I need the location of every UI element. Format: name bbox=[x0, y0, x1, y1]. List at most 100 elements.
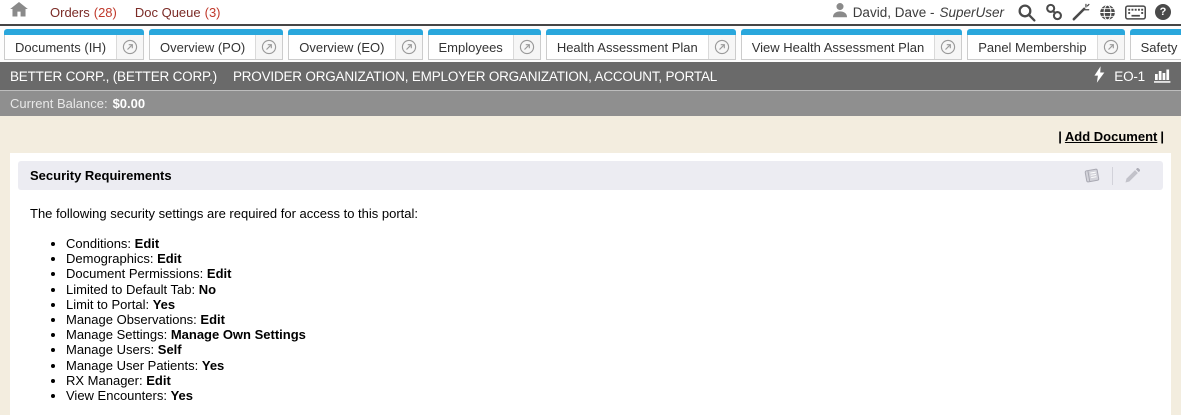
top-nav-link[interactable]: Doc Queue (3) bbox=[135, 5, 221, 20]
setting-value: Self bbox=[158, 342, 182, 357]
security-setting-item: Conditions: Edit bbox=[66, 236, 1151, 251]
home-icon bbox=[10, 2, 28, 22]
setting-label: Conditions: bbox=[66, 236, 131, 251]
tab-body[interactable]: Overview (EO) bbox=[288, 35, 422, 60]
security-settings-list: Conditions: Edit Demographics: Edit Docu… bbox=[30, 236, 1151, 403]
magic-wand-icon[interactable] bbox=[1072, 3, 1090, 21]
user-name: David, Dave - bbox=[853, 5, 935, 20]
security-setting-item: View Encounters: Yes bbox=[66, 388, 1151, 403]
top-nav-link[interactable]: Orders (28) bbox=[50, 5, 117, 20]
setting-label: Manage Observations: bbox=[66, 312, 197, 327]
tab[interactable]: Employees bbox=[428, 29, 541, 60]
panel-title: Security Requirements bbox=[30, 168, 172, 183]
setting-value: Yes bbox=[171, 388, 193, 403]
balance-bar: Current Balance: $0.00 bbox=[0, 90, 1181, 116]
separator: | bbox=[1058, 129, 1062, 144]
user-chip[interactable]: David, Dave - SuperUser bbox=[832, 2, 1004, 23]
tab-body[interactable]: Panel Membership bbox=[967, 35, 1124, 60]
tab[interactable]: Safety Overview bbox=[1130, 29, 1181, 60]
tab-body[interactable]: Overview (PO) bbox=[149, 35, 283, 60]
lightning-icon[interactable] bbox=[1094, 66, 1105, 86]
tab-body[interactable]: View Health Assessment Plan bbox=[741, 35, 962, 60]
setting-label: Limited to Default Tab: bbox=[66, 282, 195, 297]
balance-value: $0.00 bbox=[113, 96, 146, 111]
setting-value: Yes bbox=[202, 358, 224, 373]
setting-value: Manage Own Settings bbox=[171, 327, 306, 342]
top-nav-label: Doc Queue bbox=[135, 5, 201, 20]
security-setting-item: Manage Users: Self bbox=[66, 342, 1151, 357]
add-document-link[interactable]: Add Document bbox=[1065, 129, 1157, 144]
setting-label: Demographics: bbox=[66, 251, 153, 266]
tab-label: Overview (PO) bbox=[150, 40, 255, 55]
security-setting-item: RX Manager: Edit bbox=[66, 373, 1151, 388]
tab[interactable]: Panel Membership bbox=[967, 29, 1124, 60]
panel-header: Security Requirements bbox=[18, 161, 1163, 190]
security-setting-item: Manage Settings: Manage Own Settings bbox=[66, 327, 1151, 342]
security-setting-item: Manage Observations: Edit bbox=[66, 312, 1151, 327]
tab[interactable]: Overview (PO) bbox=[149, 29, 283, 60]
org-bar-right: EO-1 bbox=[1094, 66, 1171, 86]
tab-label: Employees bbox=[429, 40, 513, 55]
tab[interactable]: Overview (EO) bbox=[288, 29, 422, 60]
setting-value: Edit bbox=[157, 251, 182, 266]
book-icon[interactable] bbox=[1072, 167, 1112, 185]
popout-arrow-icon[interactable] bbox=[934, 35, 961, 59]
user-icon bbox=[832, 2, 848, 23]
popout-arrow-icon[interactable] bbox=[1097, 35, 1124, 59]
tab-label: Safety Overview bbox=[1131, 40, 1181, 55]
tab[interactable]: Documents (IH) bbox=[4, 29, 144, 60]
tab-label: Documents (IH) bbox=[5, 40, 116, 55]
search-icon[interactable] bbox=[1017, 3, 1036, 22]
setting-label: Manage Settings: bbox=[66, 327, 167, 342]
help-icon[interactable]: ? bbox=[1155, 4, 1171, 20]
bar-chart-icon[interactable] bbox=[1154, 67, 1171, 86]
setting-label: Document Permissions: bbox=[66, 266, 203, 281]
top-bar: Orders (28) Doc Queue (3) David, Dave - … bbox=[0, 0, 1181, 26]
security-setting-item: Manage User Patients: Yes bbox=[66, 358, 1151, 373]
tab-body[interactable]: Safety Overview bbox=[1130, 35, 1181, 60]
setting-label: Manage Users: bbox=[66, 342, 154, 357]
setting-value: Edit bbox=[200, 312, 225, 327]
org-context-bar: BETTER CORP., (BETTER CORP.) PROVIDER OR… bbox=[0, 62, 1181, 90]
popout-arrow-icon[interactable] bbox=[255, 35, 282, 59]
security-setting-item: Limited to Default Tab: No bbox=[66, 282, 1151, 297]
tab-label: Panel Membership bbox=[968, 40, 1096, 55]
chain-links-icon[interactable] bbox=[1045, 3, 1063, 21]
setting-label: Limit to Portal: bbox=[66, 297, 149, 312]
org-badge: EO-1 bbox=[1114, 69, 1145, 84]
tab-label: Overview (EO) bbox=[289, 40, 394, 55]
security-setting-item: Demographics: Edit bbox=[66, 251, 1151, 266]
balance-label: Current Balance: bbox=[10, 96, 108, 111]
tab-label: View Health Assessment Plan bbox=[742, 40, 934, 55]
tab-label: Health Assessment Plan bbox=[547, 40, 708, 55]
top-nav-label: Orders bbox=[50, 5, 90, 20]
popout-arrow-icon[interactable] bbox=[708, 35, 735, 59]
org-types: PROVIDER ORGANIZATION, EMPLOYER ORGANIZA… bbox=[233, 69, 717, 84]
tab-body[interactable]: Health Assessment Plan bbox=[546, 35, 736, 60]
tab-body[interactable]: Documents (IH) bbox=[4, 35, 144, 60]
actions-row: |Add Document| bbox=[0, 116, 1181, 153]
top-bar-right: David, Dave - SuperUser ? bbox=[832, 2, 1171, 23]
setting-value: Yes bbox=[153, 297, 175, 312]
top-nav-count: (28) bbox=[94, 5, 117, 20]
setting-value: Edit bbox=[146, 373, 171, 388]
separator: | bbox=[1160, 129, 1164, 144]
home-button[interactable] bbox=[10, 2, 28, 22]
popout-arrow-icon[interactable] bbox=[395, 35, 422, 59]
globe-icon[interactable] bbox=[1099, 4, 1116, 21]
security-setting-item: Document Permissions: Edit bbox=[66, 266, 1151, 281]
panel-header-icons bbox=[1072, 161, 1151, 190]
tab[interactable]: Health Assessment Plan bbox=[546, 29, 736, 60]
keyboard-icon[interactable] bbox=[1125, 5, 1146, 20]
content-area: |Add Document| Security Requirements The… bbox=[0, 116, 1181, 415]
popout-arrow-icon[interactable] bbox=[513, 35, 540, 59]
tab-strip: Documents (IH) Overview (PO) Overview (E… bbox=[0, 26, 1181, 62]
panel-intro-text: The following security settings are requ… bbox=[30, 206, 1151, 221]
tab[interactable]: View Health Assessment Plan bbox=[741, 29, 962, 60]
setting-label: RX Manager: bbox=[66, 373, 143, 388]
security-setting-item: Limit to Portal: Yes bbox=[66, 297, 1151, 312]
edit-pencil-icon[interactable] bbox=[1112, 167, 1151, 185]
popout-arrow-icon[interactable] bbox=[116, 35, 143, 59]
tab-body[interactable]: Employees bbox=[428, 35, 541, 60]
panel-body: The following security settings are requ… bbox=[18, 190, 1163, 403]
